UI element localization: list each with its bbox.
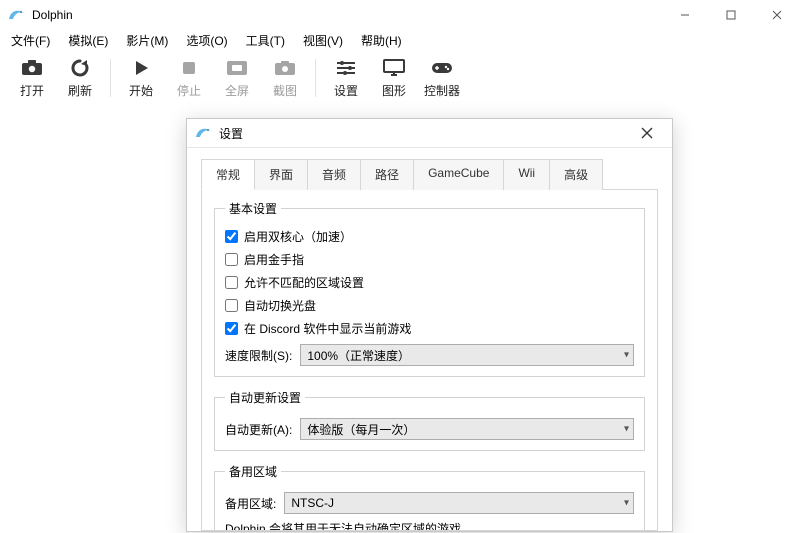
settings-tabs: 常规 界面 音频 路径 GameCube Wii 高级: [187, 148, 672, 189]
monitor-icon: [383, 57, 405, 79]
group-auto-update: 自动更新设置 自动更新(A): 体验版（每月一次） ▾: [214, 389, 645, 451]
settings-button[interactable]: 设置: [322, 53, 370, 103]
maximize-button[interactable]: [708, 0, 754, 30]
stop-label: 停止: [177, 82, 201, 99]
toolbar-separator: [315, 59, 316, 97]
fallback-region-combo[interactable]: NTSC-J ▾: [284, 492, 634, 514]
camera-open-icon: [21, 57, 43, 79]
group-basic-settings: 基本设置 启用双核心（加速） 启用金手指 允许不匹配的区域设置 自动切换光盘 在…: [214, 200, 645, 377]
graphics-label: 图形: [382, 82, 406, 99]
fullscreen-button[interactable]: 全屏: [213, 53, 261, 103]
auto-update-label: 自动更新(A):: [225, 421, 292, 438]
tab-gamecube[interactable]: GameCube: [413, 159, 504, 190]
settings-dialog: 设置 常规 界面 音频 路径 GameCube Wii 高级 基本设置 启用双核…: [186, 118, 673, 532]
tab-interface[interactable]: 界面: [254, 159, 308, 190]
minimize-button[interactable]: [662, 0, 708, 30]
tab-wii[interactable]: Wii: [503, 159, 550, 190]
tab-general[interactable]: 常规: [201, 159, 255, 190]
toolbar-separator: [110, 59, 111, 97]
menu-emulation[interactable]: 模拟(E): [63, 30, 113, 51]
checkbox-discord-input[interactable]: [225, 322, 238, 335]
close-button[interactable]: [754, 0, 800, 30]
menu-help[interactable]: 帮助(H): [356, 30, 407, 51]
settings-label: 设置: [334, 82, 358, 99]
group-basic-legend: 基本设置: [225, 200, 281, 217]
main-titlebar: Dolphin: [0, 0, 800, 30]
auto-update-combo[interactable]: 体验版（每月一次） ▾: [300, 418, 634, 440]
fullscreen-icon: [226, 57, 248, 79]
fallback-region-note: Dolphin 会将其用于无法自动确定区域的游戏。: [225, 514, 634, 531]
auto-update-value: 体验版（每月一次）: [301, 421, 421, 438]
open-label: 打开: [20, 82, 44, 99]
tab-paths[interactable]: 路径: [360, 159, 414, 190]
fallback-region-label: 备用区域:: [225, 495, 276, 512]
gamepad-icon: [431, 57, 453, 79]
menu-view[interactable]: 视图(V): [298, 30, 348, 51]
screenshot-icon: [274, 57, 296, 79]
checkbox-dualcore-input[interactable]: [225, 230, 238, 243]
checkbox-auto-change-disc-input[interactable]: [225, 299, 238, 312]
checkbox-auto-change-disc[interactable]: 自动切换光盘: [225, 294, 634, 317]
speed-limit-combo[interactable]: 100%（正常速度） ▾: [300, 344, 634, 366]
stop-icon: [178, 57, 200, 79]
play-icon: [130, 57, 152, 79]
speed-limit-value: 100%（正常速度）: [301, 347, 416, 364]
refresh-label: 刷新: [68, 82, 92, 99]
checkbox-cheats-label: 启用金手指: [244, 251, 304, 268]
speed-limit-label: 速度限制(S):: [225, 347, 292, 364]
checkbox-discord[interactable]: 在 Discord 软件中显示当前游戏: [225, 317, 634, 340]
dolphin-logo-icon: [8, 7, 26, 23]
checkbox-region-mismatch-label: 允许不匹配的区域设置: [244, 274, 364, 291]
screenshot-label: 截图: [273, 82, 297, 99]
chevron-down-icon: ▾: [624, 424, 629, 435]
menubar: 文件(F) 模拟(E) 影片(M) 选项(O) 工具(T) 视图(V) 帮助(H…: [0, 30, 800, 52]
checkbox-dualcore[interactable]: 启用双核心（加速）: [225, 225, 634, 248]
group-fallback-legend: 备用区域: [225, 463, 281, 480]
dialog-title: 设置: [219, 125, 243, 142]
checkbox-cheats[interactable]: 启用金手指: [225, 248, 634, 271]
row-auto-update: 自动更新(A): 体验版（每月一次） ▾: [225, 414, 634, 440]
row-speed-limit: 速度限制(S): 100%（正常速度） ▾: [225, 340, 634, 366]
menu-movie[interactable]: 影片(M): [121, 30, 173, 51]
chevron-down-icon: ▾: [624, 350, 629, 361]
refresh-icon: [69, 57, 91, 79]
checkbox-region-mismatch-input[interactable]: [225, 276, 238, 289]
sliders-icon: [335, 57, 357, 79]
checkbox-auto-change-disc-label: 自动切换光盘: [244, 297, 316, 314]
refresh-button[interactable]: 刷新: [56, 53, 104, 103]
open-button[interactable]: 打开: [8, 53, 56, 103]
chevron-down-icon: ▾: [624, 498, 629, 509]
dialog-titlebar: 设置: [187, 119, 672, 148]
fallback-region-value: NTSC-J: [285, 496, 340, 510]
menu-tools[interactable]: 工具(T): [241, 30, 290, 51]
tab-panel-general: 基本设置 启用双核心（加速） 启用金手指 允许不匹配的区域设置 自动切换光盘 在…: [201, 189, 658, 531]
menu-file[interactable]: 文件(F): [6, 30, 55, 51]
screenshot-button[interactable]: 截图: [261, 53, 309, 103]
group-auto-update-legend: 自动更新设置: [225, 389, 305, 406]
stop-button[interactable]: 停止: [165, 53, 213, 103]
window-title: Dolphin: [32, 8, 73, 22]
checkbox-dualcore-label: 启用双核心（加速）: [244, 228, 352, 245]
tab-audio[interactable]: 音频: [307, 159, 361, 190]
checkbox-cheats-input[interactable]: [225, 253, 238, 266]
dialog-close-button[interactable]: [628, 119, 666, 147]
play-button[interactable]: 开始: [117, 53, 165, 103]
checkbox-discord-label: 在 Discord 软件中显示当前游戏: [244, 320, 411, 337]
graphics-button[interactable]: 图形: [370, 53, 418, 103]
fullscreen-label: 全屏: [225, 82, 249, 99]
controllers-button[interactable]: 控制器: [418, 53, 466, 103]
toolbar: 打开 刷新 开始 停止 全屏 截图 设置 图形 控制器: [0, 52, 800, 106]
controllers-label: 控制器: [424, 82, 460, 99]
tab-advanced[interactable]: 高级: [549, 159, 603, 190]
menu-options[interactable]: 选项(O): [181, 30, 232, 51]
checkbox-region-mismatch[interactable]: 允许不匹配的区域设置: [225, 271, 634, 294]
group-fallback-region: 备用区域 备用区域: NTSC-J ▾ Dolphin 会将其用于无法自动确定区…: [214, 463, 645, 531]
row-fallback-region: 备用区域: NTSC-J ▾: [225, 488, 634, 514]
play-label: 开始: [129, 82, 153, 99]
dolphin-logo-icon: [195, 125, 213, 141]
window-controls: [662, 0, 800, 30]
